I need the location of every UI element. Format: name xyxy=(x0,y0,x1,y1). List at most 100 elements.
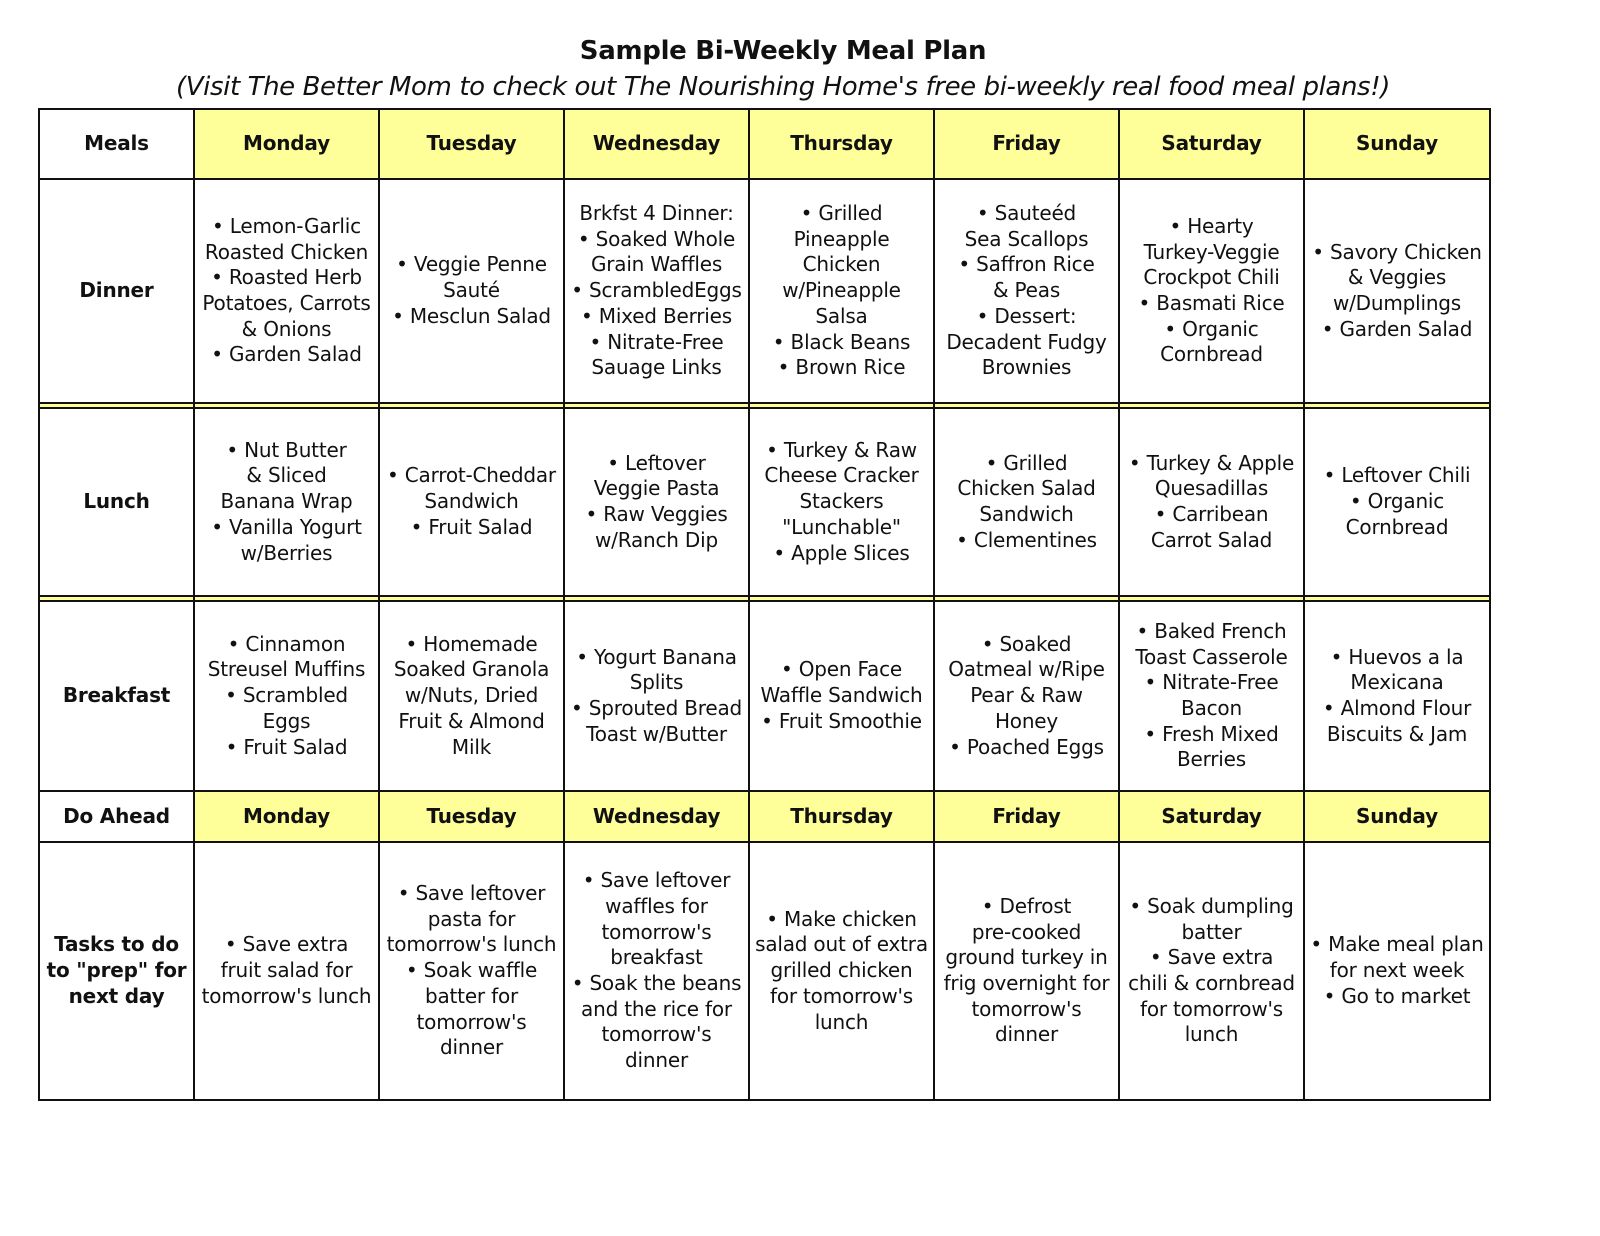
cell-text-line: • Fresh Mixed xyxy=(1144,721,1279,746)
lunch-cell: • Carrot-Cheddar Sandwich • Fruit Salad xyxy=(378,407,565,597)
cell-text-line: tomorrow's xyxy=(601,919,712,944)
cell-text-line: grilled chicken xyxy=(770,958,913,983)
cell-text-line: • Baked French xyxy=(1136,618,1287,643)
cell-text-line: next day xyxy=(68,983,165,1008)
day-header-sunday: Sunday xyxy=(1303,108,1491,180)
cell-text-line: & Sliced xyxy=(246,463,327,488)
cell-text-line: Brkfst 4 Dinner: xyxy=(579,201,734,226)
cell-text-line: Fruit & Almond xyxy=(398,708,545,733)
cell-text-line: • Save extra xyxy=(1149,945,1274,970)
do-ahead-header-row: Do Ahead Monday Tuesday Wednesday Thursd… xyxy=(38,790,1491,843)
cell-text-line: Turkey-Veggie xyxy=(1143,239,1280,264)
do-ahead-day-thursday: Thursday xyxy=(748,790,935,843)
lunch-cell: • Turkey & Raw Cheese Cracker Stackers "Lun… xyxy=(748,407,935,597)
cell-text-line: • Roasted Herb xyxy=(211,265,362,290)
task-cell: • Save extra fruit salad for tomorrow's lu… xyxy=(193,841,380,1101)
task-cell: • Save leftover waffles for tomorrow's brea… xyxy=(563,841,750,1101)
cell-text-line: "Lunchable" xyxy=(782,514,901,539)
lunch-cell: • Turkey & Apple Quesadillas • Carribean Ca… xyxy=(1118,407,1305,597)
cell-text-line: Mexicana xyxy=(1350,670,1444,695)
breakfast-cell: • Cinnamon Streusel Muffins • Scrambled Egg… xyxy=(193,600,380,792)
cell-text-line: • Turkey & Raw xyxy=(766,437,917,462)
cell-text-line: Splits xyxy=(629,670,684,695)
cell-text-line: pasta for xyxy=(427,906,516,931)
cell-text-line: Honey xyxy=(994,708,1059,733)
cell-text-line: • Grilled xyxy=(800,201,883,226)
cell-text-line: • Open Face xyxy=(781,657,902,682)
cell-text-line: • Nitrate-Free xyxy=(1144,670,1279,695)
cell-text-line: • Garden Salad xyxy=(1321,316,1473,341)
cell-text-line: for next week xyxy=(1329,958,1465,983)
cell-text-line: Pineapple xyxy=(793,226,890,251)
cell-text-line: Potatoes, Carrots xyxy=(202,291,371,315)
lunch-cell: • Grilled Chicken Salad Sandwich • Clementi… xyxy=(933,407,1120,597)
cell-text-line: ground turkey in xyxy=(945,945,1108,970)
cell-text-line: • Cinnamon xyxy=(227,631,346,656)
cell-text-line: • Soak the beans xyxy=(571,971,742,995)
cell-text-line: frig overnight for xyxy=(943,971,1110,995)
cell-text-line: • Poached Eggs xyxy=(949,734,1104,759)
cell-text-line: • Yogurt Banana xyxy=(576,644,737,669)
day-header-monday: Monday xyxy=(193,108,380,180)
cell-text-line: Crockpot Chili xyxy=(1143,265,1280,290)
dinner-cell: • Veggie Penne Sauté • Mesclun Salad xyxy=(378,178,565,404)
cell-text-line: Eggs xyxy=(262,708,311,733)
cell-text-line: w/Berries xyxy=(240,540,333,565)
cell-text-line: Roasted Chicken xyxy=(204,239,369,264)
cell-text-line: Pear & Raw xyxy=(970,683,1083,708)
cell-text-line: w/Dumplings xyxy=(1332,291,1462,315)
cell-text-line: Chicken xyxy=(802,252,881,277)
cell-text-line: • Hearty xyxy=(1169,213,1254,238)
breakfast-cell: • Baked French Toast Casserole • Nitrate-F… xyxy=(1118,600,1305,792)
dinner-cell: Brkfst 4 Dinner: • Soaked Whole Grain Waff… xyxy=(563,178,750,404)
cell-text-line: Salsa xyxy=(815,303,868,328)
cell-text-line: • ScrambledEggs xyxy=(571,278,742,303)
cell-text-line: • Soak dumpling xyxy=(1129,893,1294,918)
cell-text-line: and the rice for xyxy=(581,996,732,1021)
cell-text-line: Tasks to do xyxy=(54,932,179,957)
cell-text-line: w/Nuts, Dried xyxy=(404,683,539,708)
cell-text-line: Toast w/Butter xyxy=(586,721,727,746)
cell-text-line: for tomorrow's xyxy=(769,983,914,1008)
cell-text-line: Veggie Pasta xyxy=(593,476,720,501)
breakfast-cell: • Open Face Waffle Sandwich • Fruit Smooth… xyxy=(748,600,935,792)
cell-text-line: Grain Waffles xyxy=(590,252,723,277)
cell-text-line: Oatmeal w/Ripe xyxy=(948,657,1105,682)
cell-text-line: • Mixed Berries xyxy=(581,303,732,328)
day-header-wednesday: Wednesday xyxy=(563,108,750,180)
cell-text-line: • Basmati Rice xyxy=(1138,291,1285,315)
page-title: Sample Bi-Weekly Meal Plan xyxy=(579,36,987,66)
cell-text-line: • Save leftover xyxy=(582,868,731,893)
page-subtitle: (Visit The Better Mom to check out The N… xyxy=(176,72,1390,102)
cell-text-line: lunch xyxy=(1184,1022,1239,1047)
cell-text-line: fruit salad for xyxy=(220,958,353,983)
cell-text-line: Carrot Salad xyxy=(1150,527,1273,552)
cell-text-line: • Fruit Salad xyxy=(225,734,348,759)
cell-text-line: Decadent Fudgy xyxy=(946,329,1107,354)
dinner-row: Dinner • Lemon-Garlic Roasted Chicken • Ro… xyxy=(38,178,1491,404)
cell-text-line: • Grilled xyxy=(985,450,1068,475)
cell-text-line: tomorrow's xyxy=(416,1009,527,1034)
cell-text-line: lunch xyxy=(814,1009,869,1034)
cell-text-line: Brownies xyxy=(981,355,1072,380)
do-ahead-day-sunday: Sunday xyxy=(1303,790,1491,843)
cell-text-line: • Lemon-Garlic xyxy=(212,213,361,238)
cell-text-line: Sandwich xyxy=(979,502,1074,526)
cell-text-line: • Carribean xyxy=(1154,502,1269,526)
dinner-cell: • Grilled Pineapple Chicken w/Pineapple Sals… xyxy=(748,178,935,404)
breakfast-cell: • Homemade Soaked Granola w/Nuts, Dried Fru… xyxy=(378,600,565,792)
cell-text-line: • Organic xyxy=(1349,489,1445,514)
meal-plan-table: Meals Monday Tuesday Wednesday Thursday … xyxy=(38,108,1491,1101)
day-header-tuesday: Tuesday xyxy=(378,108,565,180)
cell-text-line: Quesadillas xyxy=(1154,476,1269,501)
dinner-cell: • Hearty Turkey-Veggie Crockpot Chili • Bas… xyxy=(1118,178,1305,404)
cell-text-line: • Leftover xyxy=(607,450,706,475)
cell-text-line: & Peas xyxy=(992,278,1061,303)
cell-text-line: • Save extra xyxy=(224,932,349,957)
tasks-row: Tasks to do to "prep" for next day • Save … xyxy=(38,841,1491,1101)
cell-text-line: • Dessert: xyxy=(976,303,1077,328)
cell-text-line: Soaked Granola xyxy=(393,657,550,682)
cell-text-line: • Fruit Salad xyxy=(410,514,533,539)
dinner-label: Dinner xyxy=(38,178,195,404)
cell-text-line: • Vanilla Yogurt xyxy=(211,514,362,539)
